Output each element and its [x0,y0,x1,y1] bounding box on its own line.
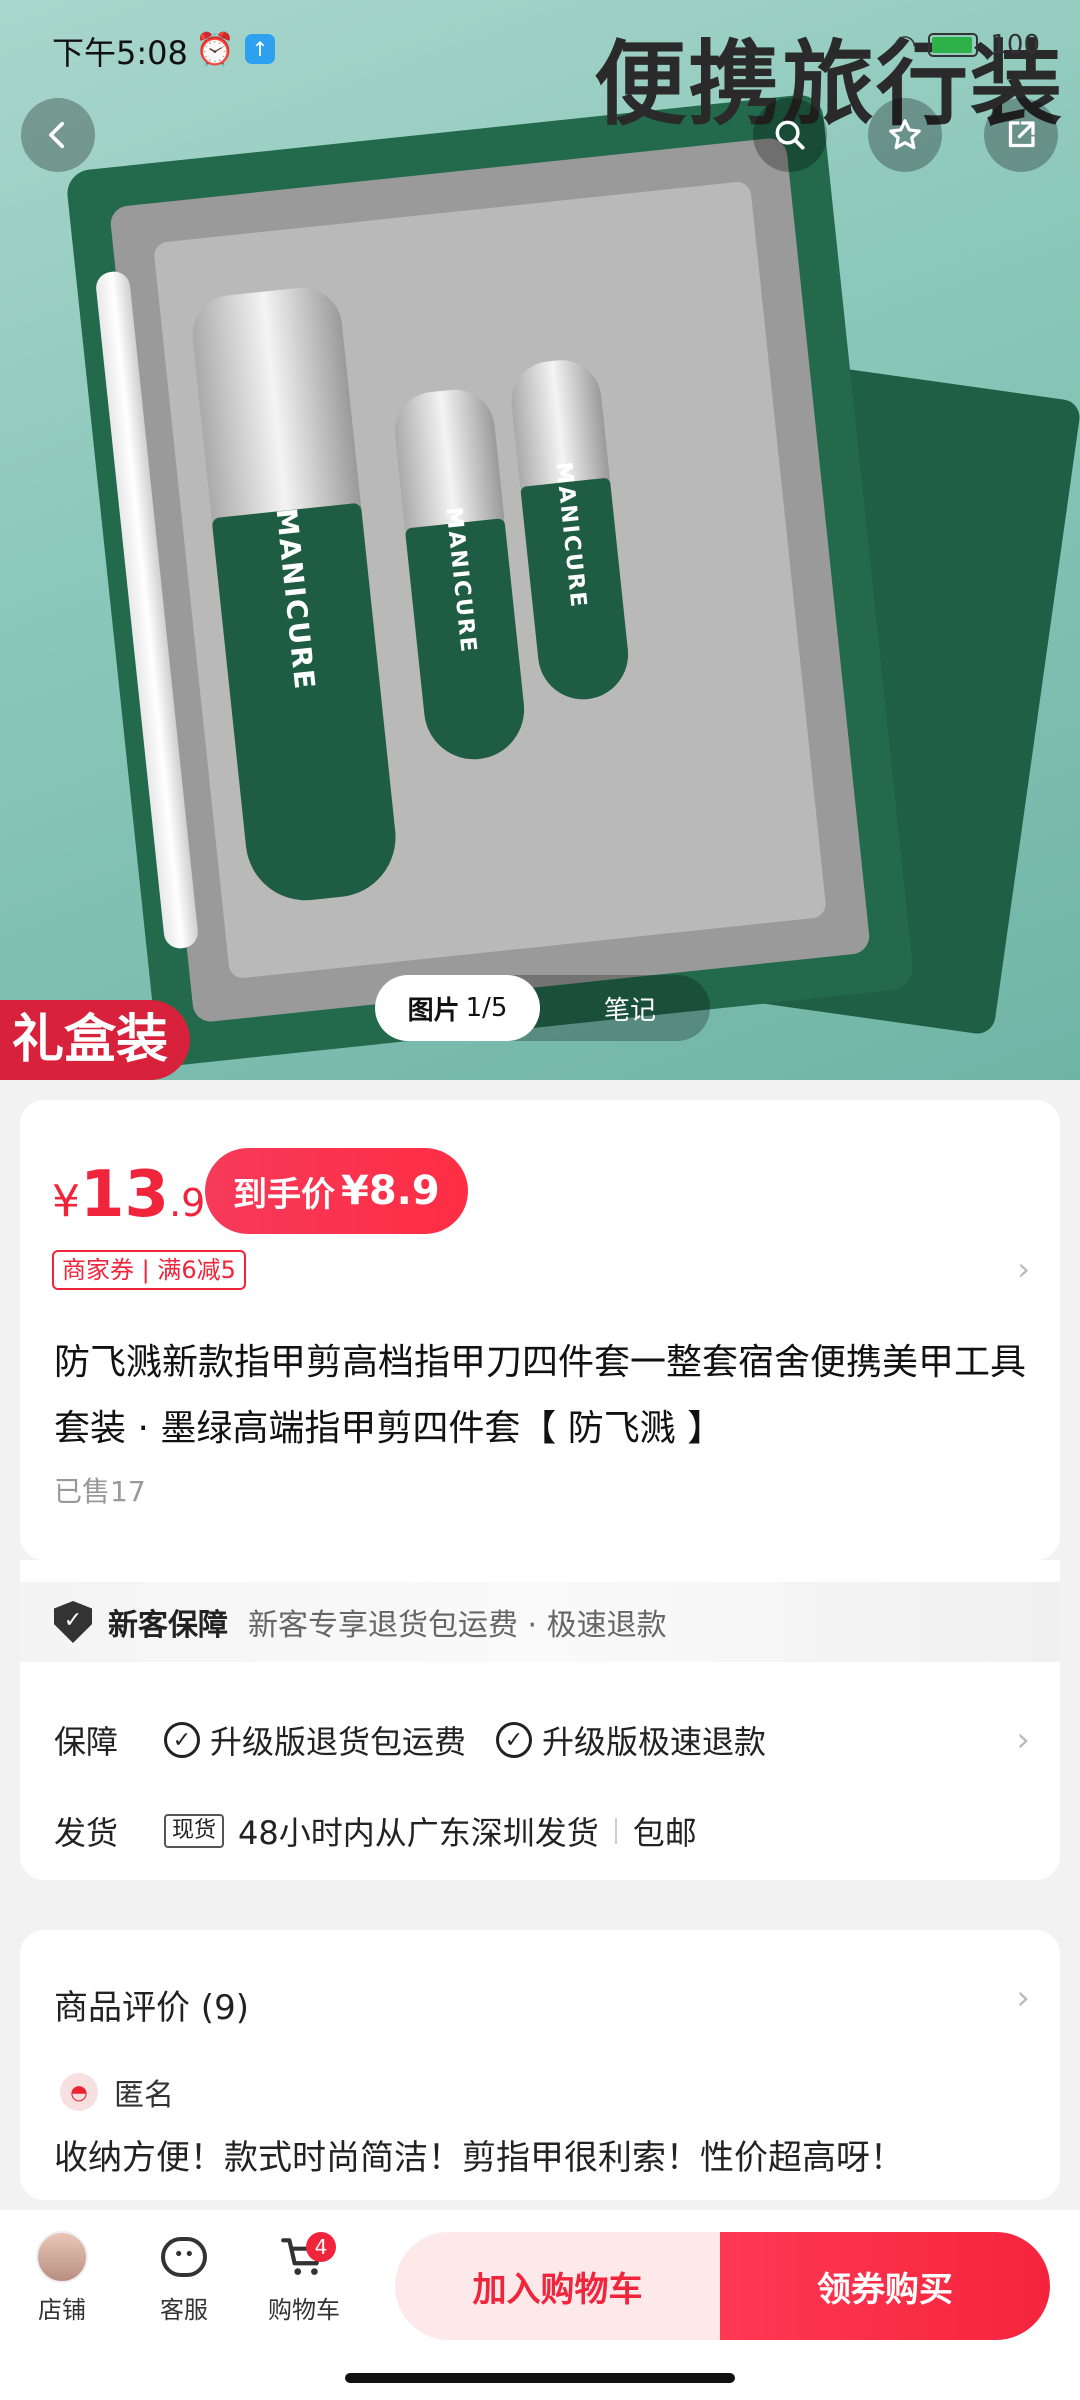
tab-notes[interactable]: 笔记 [565,975,695,1041]
shop-avatar [36,2231,88,2283]
guarantee-row[interactable]: 保障 ✓ 升级版退货包运费 ✓ 升级版极速退款 › [20,1695,1060,1785]
sold-count: 已售17 [54,1475,146,1508]
guarantee-label: 保障 [54,1723,119,1761]
battery-icon [928,33,979,57]
newbie-desc: 新客专享退货包运费 · 极速退款 [248,1608,667,1643]
review-text: 收纳方便！款式时尚简洁！剪指甲很利索！性价超高呀！ [54,2138,904,2178]
in-stock-badge: 现货 [164,1814,225,1848]
add-to-cart-button[interactable]: 加入购物车 [395,2232,720,2340]
check-circle-icon: ✓ [496,1722,533,1758]
review-heading[interactable]: 商品评价 (9) [54,1980,249,2029]
price-currency: ¥ [52,1176,80,1227]
chevron-right-icon: › [1016,1978,1030,2018]
cart-label: 购物车 [268,2296,340,2324]
price-integer: 13 [80,1158,170,1232]
reviewer: ◓ 匿名 [60,2070,174,2114]
watermelon-avatar-icon: ◓ [60,2073,98,2111]
shipping-row[interactable]: 发货 现货 48小时内从广东深圳发货 包邮 [20,1786,1060,1876]
coupon-buy-button[interactable]: 领券购买 [720,2232,1050,2340]
shop-button[interactable]: 店铺 [2,2230,122,2340]
back-button[interactable] [21,98,95,172]
star-icon [889,119,921,150]
product-title: 防飞溅新款指甲剪高档指甲刀四件套一整套宿舍便携美甲工具套装 · 墨绿高端指甲剪四… [54,1342,1027,1449]
share-icon [1008,121,1035,148]
customer-service-button[interactable]: •• 客服 [124,2230,244,2340]
chat-bubble-icon: •• [161,2237,207,2277]
product-detail-page: MANICURE MANICURE MANICURE 便携旅行装 礼盒装 图片 … [0,0,1080,2400]
reviewer-name: 匿名 [114,2078,174,2113]
home-indicator[interactable] [345,2373,735,2383]
chevron-right-icon: › [1017,1250,1030,1288]
chevron-left-icon [49,121,65,149]
cart-count-badge: 4 [306,2232,336,2262]
newbie-title: 新客保障 [108,1608,228,1643]
chevron-right-icon: › [1016,1720,1030,1760]
media-switch: 图片 1/5 笔记 [375,975,710,1041]
status-right: ◠ 100 [894,30,1040,60]
divider [614,1818,617,1844]
final-price-badge[interactable]: 到手价 ¥8.9 [205,1148,468,1234]
tab-images[interactable]: 图片 1/5 [375,975,540,1041]
search-icon [775,120,805,150]
wifi-icon: ◠ [893,30,917,60]
final-price-label: 到手价 [233,1174,335,1215]
current-price: ¥13.9 [52,1158,205,1232]
guarantee-item-label: 升级版退货包运费 [210,1723,467,1761]
shipping-desc: 48小时内从广东深圳发货 [238,1814,599,1852]
customer-service-label: 客服 [160,2296,208,2324]
review-card[interactable]: 商品评价 (9) › ◓ 匿名 收纳方便！款式时尚简洁！剪指甲很利索！性价超高呀… [20,1930,1060,2200]
status-bar: 下午5:08 ⏰ ↑ ◠ 100 [0,0,1080,100]
newbie-guarantee-banner[interactable]: ✓ 新客保障 新客专享退货包运费 · 极速退款 [20,1582,1060,1662]
final-price-amount: ¥8.9 [341,1168,440,1214]
cart-button[interactable]: 购物车 [244,2230,364,2340]
coupon-row[interactable]: 商家券 | 满6减5 › [20,1242,1060,1310]
status-time: 下午5:08 [52,34,188,72]
share-button[interactable] [984,98,1058,172]
guarantee-item: ✓ 升级版极速退款 [496,1717,766,1763]
price-card: ¥13.9 到手价 ¥8.9 商家券 | 满6减5 › 防飞溅新款指甲剪高档指甲… [20,1100,1060,1560]
guarantee-item-label: 升级版极速退款 [542,1723,767,1761]
price-decimal: .9 [169,1181,206,1225]
coupon-tag: 商家券 | 满6减5 [52,1250,246,1290]
notification-icon: ↑ [245,34,275,64]
bottom-action-bar: 店铺 •• 客服 购物车 4 加入购物车 领券购买 [0,2210,1080,2400]
battery-level: 100 [990,30,1040,60]
alarm-icon: ⏰ [195,30,235,68]
free-shipping: 包邮 [632,1814,697,1852]
favorite-button[interactable] [868,98,942,172]
shield-icon: ✓ [54,1601,92,1643]
guarantee-item: ✓ 升级版退货包运费 [164,1717,466,1763]
shop-label: 店铺 [38,2296,86,2324]
gift-box-tag: 礼盒装 [0,1000,191,1080]
tab-images-label: 图片 [407,995,460,1026]
shipping-label: 发货 [54,1814,119,1852]
image-counter: 1/5 [465,993,508,1023]
check-circle-icon: ✓ [164,1722,200,1758]
search-button[interactable] [753,98,827,172]
